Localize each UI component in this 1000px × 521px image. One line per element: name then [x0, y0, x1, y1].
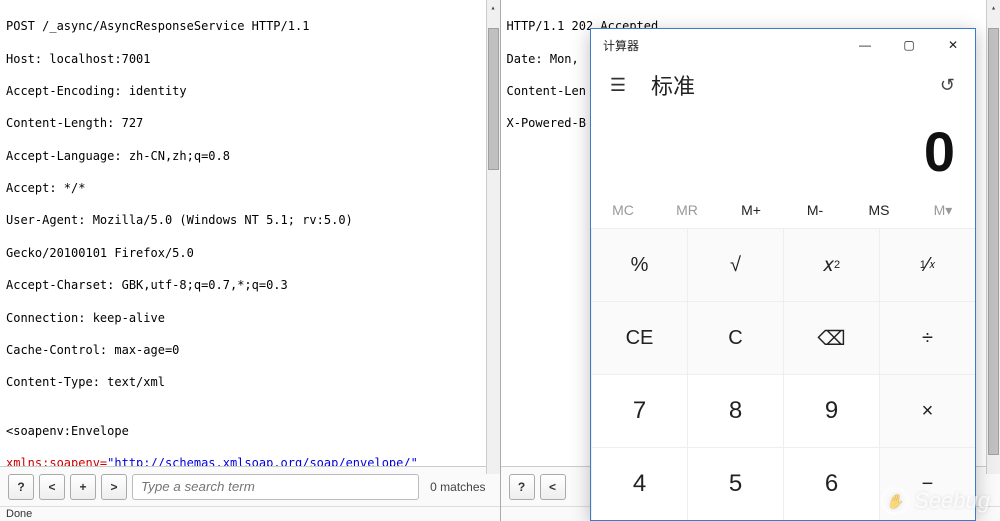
search-bar-left: ? < + > 0 matches — [0, 466, 500, 506]
next-button[interactable]: > — [101, 474, 127, 500]
status-bar: Done — [0, 506, 500, 521]
help-button[interactable]: ? — [8, 474, 34, 500]
text-line: Connection: keep-alive — [6, 310, 494, 326]
text-line: <soapenv:Envelope — [6, 423, 494, 439]
text-line: Accept-Encoding: identity — [6, 83, 494, 99]
key-8[interactable]: 8 — [687, 374, 783, 447]
match-count: 0 matches — [424, 480, 491, 494]
mem-mr-button[interactable]: MR — [655, 202, 719, 218]
scrollbar-arrow-up[interactable]: ▴ — [487, 0, 500, 14]
help-button[interactable]: ? — [509, 474, 535, 500]
key-reciprocal[interactable]: 1⁄𝑥 — [879, 228, 975, 301]
text-line: Accept-Charset: GBK,utf-8;q=0.7,*;q=0.3 — [6, 277, 494, 293]
window-title: 计算器 — [603, 37, 843, 54]
calculator-mode-label: 标准 — [651, 69, 695, 101]
calculator-titlebar[interactable]: 计算器 — ▢ ✕ — [591, 29, 975, 61]
text-line: Accept: */* — [6, 180, 494, 196]
text-line: Cache-Control: max-age=0 — [6, 342, 494, 358]
prev-button[interactable]: < — [540, 474, 566, 500]
memory-row: MC MR M+ M- MS M▾ — [591, 192, 975, 228]
calculator-display: 0 — [591, 109, 975, 192]
calculator-window: 计算器 — ▢ ✕ ☰ 标准 ↺ 0 MC MR M+ M- MS M▾ % √… — [590, 28, 976, 521]
key-subtract[interactable]: − — [879, 447, 975, 520]
mem-mlist-button[interactable]: M▾ — [911, 202, 975, 219]
prev-button[interactable]: < — [39, 474, 65, 500]
add-button[interactable]: + — [70, 474, 96, 500]
text-line: POST /_async/AsyncResponseService HTTP/1… — [6, 18, 494, 34]
key-ce[interactable]: CE — [591, 301, 687, 374]
text-line: Host: localhost:7001 — [6, 51, 494, 67]
hamburger-icon[interactable]: ☰ — [599, 75, 637, 96]
scrollbar[interactable]: ▴ — [986, 0, 1000, 474]
attr-value: "http://schemas.xmlsoap.org/soap/envelop… — [107, 456, 418, 466]
key-5[interactable]: 5 — [687, 447, 783, 520]
scrollbar[interactable]: ▴ — [486, 0, 500, 474]
calculator-keypad: % √ 𝑥2 1⁄𝑥 CE C ⌫ ÷ 7 8 9 × 4 5 6 − — [591, 228, 975, 520]
mem-mplus-button[interactable]: M+ — [719, 202, 783, 218]
attr-name: xmlns:soapenv= — [6, 456, 107, 466]
key-multiply[interactable]: × — [879, 374, 975, 447]
scrollbar-thumb[interactable] — [988, 28, 999, 455]
text-line: Content-Type: text/xml — [6, 374, 494, 390]
mem-mc-button[interactable]: MC — [591, 202, 655, 218]
maximize-button[interactable]: ▢ — [887, 30, 931, 60]
key-divide[interactable]: ÷ — [879, 301, 975, 374]
text-line: xmlns:soapenv="http://schemas.xmlsoap.or… — [6, 455, 494, 466]
mem-mminus-button[interactable]: M- — [783, 202, 847, 218]
text-line: Gecko/20100101 Firefox/5.0 — [6, 245, 494, 261]
close-button[interactable]: ✕ — [931, 30, 975, 60]
key-4[interactable]: 4 — [591, 447, 687, 520]
key-sqrt[interactable]: √ — [687, 228, 783, 301]
calculator-mode-bar: ☰ 标准 ↺ — [591, 61, 975, 109]
key-backspace[interactable]: ⌫ — [783, 301, 879, 374]
request-pane: POST /_async/AsyncResponseService HTTP/1… — [0, 0, 500, 521]
search-input[interactable] — [132, 474, 419, 500]
text-line: Accept-Language: zh-CN,zh;q=0.8 — [6, 148, 494, 164]
history-icon[interactable]: ↺ — [940, 75, 955, 96]
key-c[interactable]: C — [687, 301, 783, 374]
text-line: Content-Length: 727 — [6, 115, 494, 131]
key-9[interactable]: 9 — [783, 374, 879, 447]
scrollbar-arrow-up[interactable]: ▴ — [987, 0, 1000, 14]
key-7[interactable]: 7 — [591, 374, 687, 447]
text-line: User-Agent: Mozilla/5.0 (Windows NT 5.1;… — [6, 212, 494, 228]
scrollbar-thumb[interactable] — [488, 28, 499, 170]
key-6[interactable]: 6 — [783, 447, 879, 520]
minimize-button[interactable]: — — [843, 30, 887, 60]
key-percent[interactable]: % — [591, 228, 687, 301]
key-square[interactable]: 𝑥2 — [783, 228, 879, 301]
mem-ms-button[interactable]: MS — [847, 202, 911, 218]
request-content[interactable]: POST /_async/AsyncResponseService HTTP/1… — [0, 0, 500, 466]
